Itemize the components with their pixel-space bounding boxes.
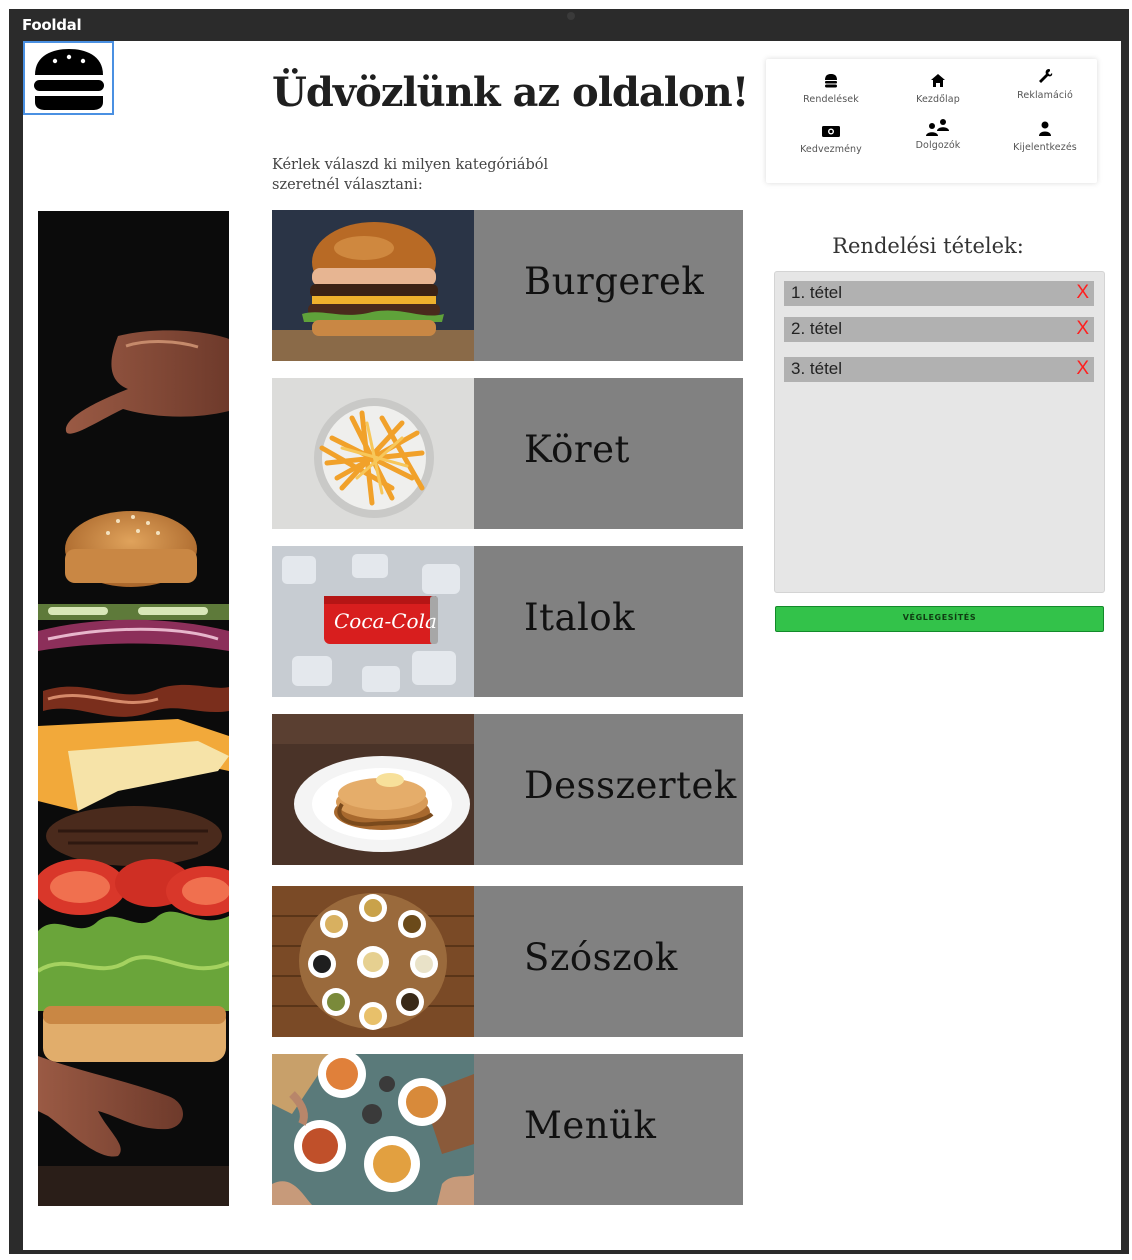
nav-item-label: Kedvezmény — [800, 144, 862, 155]
users-icon — [888, 117, 988, 137]
page-subtitle: Kérlek válaszd ki milyen kategóriából sz… — [272, 157, 549, 193]
order-item[interactable]: 1. tétel X — [784, 281, 1094, 306]
remove-item-button[interactable]: X — [1076, 282, 1089, 304]
burger-icon — [781, 71, 881, 91]
page-title: Üdvözlünk az oldalon! — [272, 69, 749, 116]
sauces-photo — [272, 886, 474, 1037]
logo[interactable] — [23, 41, 114, 115]
page-canvas: Üdvözlünk az oldalon! Kérlek válaszd ki … — [23, 41, 1121, 1250]
category-italok[interactable]: Coca-Cola Italok — [272, 546, 743, 697]
nav-item-label: Reklamáció — [1017, 90, 1073, 101]
nav-panel: Rendelések Kezdőlap Reklamáció Kedvezmén… — [766, 59, 1097, 183]
nav-item-reklamacio[interactable]: Reklamáció — [995, 67, 1095, 111]
order-item-label: 3. tétel — [791, 359, 843, 378]
remove-item-button[interactable]: X — [1076, 358, 1089, 380]
burger-logo-icon — [34, 49, 104, 110]
order-item-label: 1. tétel — [791, 283, 843, 302]
order-item[interactable]: 2. tétel X — [784, 317, 1094, 342]
svg-text:Coca-Cola: Coca-Cola — [334, 609, 437, 633]
order-list: 1. tétel X 2. tétel X 3. tétel X — [774, 271, 1105, 593]
window-title: Fooldal — [22, 16, 82, 34]
category-label: Szószok — [524, 936, 678, 979]
coca-cola-can-photo: Coca-Cola — [272, 546, 474, 697]
wrench-icon — [995, 67, 1095, 87]
category-desszertek[interactable]: Desszertek — [272, 714, 743, 865]
category-label: Burgerek — [524, 260, 705, 303]
category-menuk[interactable]: Menük — [272, 1054, 743, 1205]
nav-item-label: Kezdőlap — [916, 94, 960, 105]
camera-dot — [567, 12, 575, 20]
order-title: Rendelési tételek: — [832, 234, 1024, 258]
category-burgerek[interactable]: Burgerek — [272, 210, 743, 361]
order-item[interactable]: 3. tétel X — [784, 357, 1094, 382]
nav-item-label: Kijelentkezés — [1013, 142, 1077, 153]
order-item-label: 2. tétel — [791, 319, 843, 338]
category-koret[interactable]: Köret — [272, 378, 743, 529]
nav-item-rendelesek[interactable]: Rendelések — [781, 71, 881, 115]
meals-table-photo — [272, 1054, 474, 1205]
fries-photo — [272, 378, 474, 529]
nav-item-kijelentkezes[interactable]: Kijelentkezés — [995, 119, 1095, 163]
nav-item-dolgozok[interactable]: Dolgozók — [888, 117, 988, 161]
category-szoszok[interactable]: Szószok — [272, 886, 743, 1037]
money-icon — [781, 121, 881, 141]
nav-item-kezdolap[interactable]: Kezdőlap — [888, 71, 988, 115]
finalize-button[interactable]: VÉGLEGESÍTÉS — [775, 606, 1104, 632]
nav-item-label: Rendelések — [803, 94, 859, 105]
title-bar: Fooldal — [9, 9, 1129, 41]
burger-ingredients-photo — [38, 211, 229, 1206]
nav-item-kedvezmeny[interactable]: Kedvezmény — [781, 121, 881, 165]
remove-item-button[interactable]: X — [1076, 318, 1089, 340]
category-label: Menük — [524, 1104, 657, 1147]
category-label: Italok — [524, 596, 636, 639]
nav-item-label: Dolgozók — [915, 140, 961, 151]
category-label: Köret — [524, 428, 630, 471]
burger-photo — [272, 210, 474, 361]
category-label: Desszertek — [524, 764, 737, 807]
user-icon — [995, 119, 1095, 139]
app-window: Fooldal Üdvözlünk az oldalon! Kérlek vál… — [9, 9, 1129, 1254]
home-icon — [888, 71, 988, 91]
pancakes-photo — [272, 714, 474, 865]
